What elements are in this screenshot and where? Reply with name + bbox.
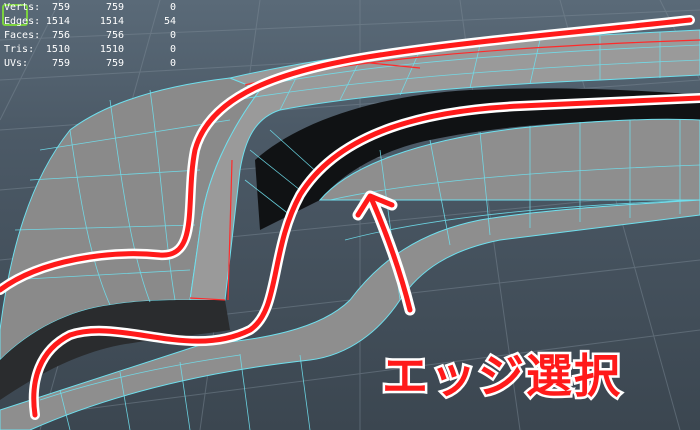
hud-label: Verts:: [4, 2, 41, 13]
hud-value: 1514: [45, 16, 70, 27]
hud-row-verts: Verts: 759 759 0: [4, 2, 190, 15]
hud-label: Tris:: [4, 44, 35, 55]
hud-value: 1510: [45, 44, 70, 55]
maya-viewport[interactable]: Verts: 759 759 0 Edges: 1514 1514 54 Fac…: [0, 0, 700, 430]
hud-value: 0: [169, 58, 176, 69]
hud-value: 756: [51, 30, 70, 41]
hud-row-faces: Faces: 756 756 0: [4, 30, 190, 43]
hud-value: 0: [169, 2, 176, 13]
hud-value: 759: [105, 58, 124, 69]
hud-value: 1514: [99, 16, 124, 27]
annotation-label: エッジ選択: [380, 347, 623, 406]
hud-row-tris: Tris: 1510 1510 0: [4, 44, 190, 57]
hud-label: Faces:: [4, 30, 41, 41]
hud-label: Edges:: [4, 16, 41, 27]
hud-value: 54: [163, 16, 176, 27]
hud-value: 0: [169, 44, 176, 55]
hud-label: UVs:: [4, 58, 29, 69]
hud-value: 759: [105, 2, 124, 13]
hud-row-uvs: UVs: 759 759 0: [4, 58, 190, 71]
hud-value: 759: [51, 58, 70, 69]
hud-value: 759: [51, 2, 70, 13]
hud-value: 0: [169, 30, 176, 41]
hud-value: 1510: [99, 44, 124, 55]
hud-value: 756: [105, 30, 124, 41]
hud-row-edges: Edges: 1514 1514 54: [4, 16, 190, 29]
